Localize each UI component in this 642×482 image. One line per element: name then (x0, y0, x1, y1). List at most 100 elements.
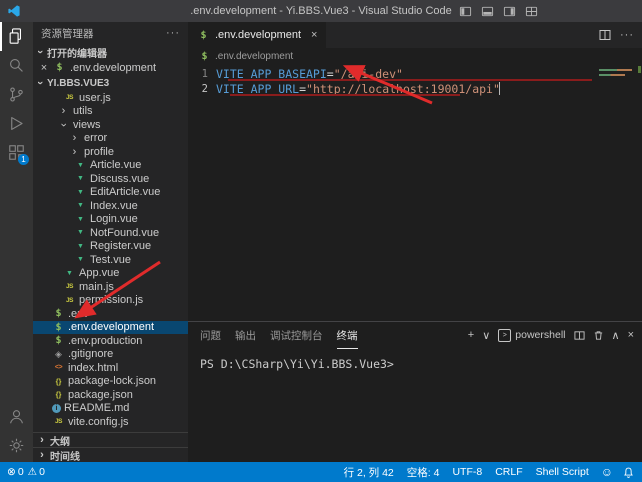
settings-button[interactable] (0, 431, 33, 460)
tree-item[interactable]: vite.config.js (33, 415, 188, 429)
panel-tab[interactable]: 问题 (200, 322, 221, 348)
tree-item[interactable]: error (33, 132, 188, 146)
tree-item[interactable]: Test.vue (33, 253, 188, 267)
sidebar-section-header[interactable]: 时间线 (33, 447, 188, 462)
tree-item[interactable]: .env (33, 307, 188, 321)
close-icon[interactable]: × (39, 62, 49, 74)
tree-item-label: Test.vue (90, 254, 131, 266)
close-panel-icon[interactable]: × (628, 329, 634, 341)
terminal-shell-selector[interactable]: > powershell (498, 329, 565, 342)
code-area[interactable]: 1 VITE_APP_BASEAPI = "/api-dev" 2 VITE_A… (188, 64, 642, 321)
panel-tab[interactable]: 终端 (337, 322, 358, 349)
html-icon (52, 364, 65, 371)
status-item[interactable]: 行 2, 列 42 (344, 465, 394, 480)
code-line[interactable]: 1 VITE_APP_BASEAPI = "/api-dev" (188, 66, 642, 81)
status-item[interactable]: 空格: 4 (407, 465, 440, 480)
terminal-content[interactable]: PS D:\CSharp\Yi\Yi.BBS.Vue3> (188, 348, 642, 371)
chevron-right-icon (68, 146, 81, 158)
tree-item-label: EditArticle.vue (90, 186, 160, 198)
tree-item[interactable]: package-lock.json (33, 375, 188, 389)
text-cursor (499, 82, 500, 95)
toggle-panel-icon[interactable] (481, 5, 494, 18)
tree-item[interactable]: package.json (33, 388, 188, 402)
json-icon (52, 390, 65, 399)
chevron-down-icon[interactable]: ∨ (482, 329, 490, 342)
trash-icon[interactable] (593, 330, 604, 341)
open-editor-item[interactable]: × .env.development (33, 60, 188, 75)
tree-item[interactable]: README.md (33, 402, 188, 416)
warnings-status[interactable]: ⚠ 0 (28, 466, 45, 478)
tree-item[interactable]: user.js (33, 91, 188, 105)
editor-tab-bar: .env.development × ··· (188, 22, 642, 48)
feedback-smiley-icon[interactable]: ☺ (601, 465, 613, 479)
tree-item-label: index.html (68, 362, 118, 374)
open-editors-header[interactable]: 打开的编辑器 (33, 44, 188, 60)
sidebar-title-row: 资源管理器 ··· (33, 22, 188, 44)
tree-item[interactable]: permission.js (33, 294, 188, 308)
customize-layout-icon[interactable] (525, 5, 538, 18)
minimap-line (599, 74, 625, 76)
status-item[interactable]: CRLF (495, 466, 522, 478)
file-tree: user.js utils views error (33, 91, 188, 432)
search-activity-button[interactable] (0, 51, 33, 80)
sidebar-bottom-sections: 大纲 时间线 (33, 432, 188, 462)
minimap[interactable] (596, 66, 642, 136)
tree-item-label: Register.vue (90, 240, 151, 252)
tree-item[interactable]: Discuss.vue (33, 172, 188, 186)
gear-icon (7, 436, 26, 455)
source-control-activity-button[interactable] (0, 80, 33, 109)
tree-item[interactable]: utils (33, 105, 188, 119)
tree-item[interactable]: EditArticle.vue (33, 186, 188, 200)
chevron-down-icon (34, 47, 46, 57)
tree-item[interactable]: Register.vue (33, 240, 188, 254)
problems-status[interactable]: ⊗ 0 ⚠ 0 (0, 466, 45, 478)
sidebar-section-header[interactable]: 大纲 (33, 432, 188, 447)
tree-item[interactable]: .env.production (33, 334, 188, 348)
panel-tab[interactable]: 输出 (235, 322, 256, 348)
tree-item[interactable]: Login.vue (33, 213, 188, 227)
tree-item[interactable]: main.js (33, 280, 188, 294)
toggle-sidebar-icon[interactable] (459, 5, 472, 18)
maximize-panel-icon[interactable]: ∧ (612, 329, 620, 342)
tree-item[interactable]: App.vue (33, 267, 188, 281)
vue-icon (74, 175, 87, 182)
tab-env-development[interactable]: .env.development × (188, 22, 326, 48)
breadcrumb[interactable]: .env.development (188, 48, 642, 64)
env-file-icon (53, 62, 66, 73)
more-actions-icon[interactable]: ··· (620, 29, 634, 41)
terminal-icon: > (498, 329, 511, 342)
run-debug-activity-button[interactable] (0, 109, 33, 138)
tree-item[interactable]: NotFound.vue (33, 226, 188, 240)
sidebar-title: 资源管理器 (41, 26, 94, 41)
tree-item[interactable]: index.html (33, 361, 188, 375)
explorer-activity-button[interactable] (0, 22, 33, 51)
tree-item-label: Index.vue (90, 200, 138, 212)
project-root-header[interactable]: YI.BBS.VUE3 (33, 75, 188, 91)
close-icon[interactable]: × (311, 29, 317, 41)
new-terminal-icon[interactable]: + (468, 329, 474, 341)
notifications-bell-icon[interactable] (623, 467, 634, 478)
panel-tab[interactable]: 调试控制台 (270, 322, 323, 348)
chevron-down-icon (34, 78, 46, 88)
split-editor-icon[interactable] (599, 29, 611, 41)
extensions-activity-button[interactable]: 1 (0, 138, 33, 167)
tree-item[interactable]: Index.vue (33, 199, 188, 213)
tree-item[interactable]: Article.vue (33, 159, 188, 173)
split-terminal-icon[interactable] (574, 330, 585, 341)
code-line[interactable]: 2 VITE_APP_URL = "http://localhost:19001… (188, 81, 642, 96)
env-var-value: "http://localhost:19001/api" (306, 82, 500, 96)
tree-item[interactable]: .env.development (33, 321, 188, 335)
status-item[interactable]: UTF-8 (452, 466, 482, 478)
errors-status[interactable]: ⊗ 0 (7, 466, 24, 478)
tree-item[interactable]: profile (33, 145, 188, 159)
status-item[interactable]: Shell Script (536, 466, 589, 478)
env-icon (52, 308, 65, 319)
tree-item-label: .env (68, 308, 89, 320)
toggle-secondary-sidebar-icon[interactable] (503, 5, 516, 18)
more-actions-icon[interactable]: ··· (166, 27, 180, 39)
tree-item[interactable]: .gitignore (33, 348, 188, 362)
tree-item[interactable]: views (33, 118, 188, 132)
js-icon (63, 283, 76, 290)
editor-group: .env.development × ··· .env.development … (188, 22, 642, 462)
account-button[interactable] (0, 402, 33, 431)
